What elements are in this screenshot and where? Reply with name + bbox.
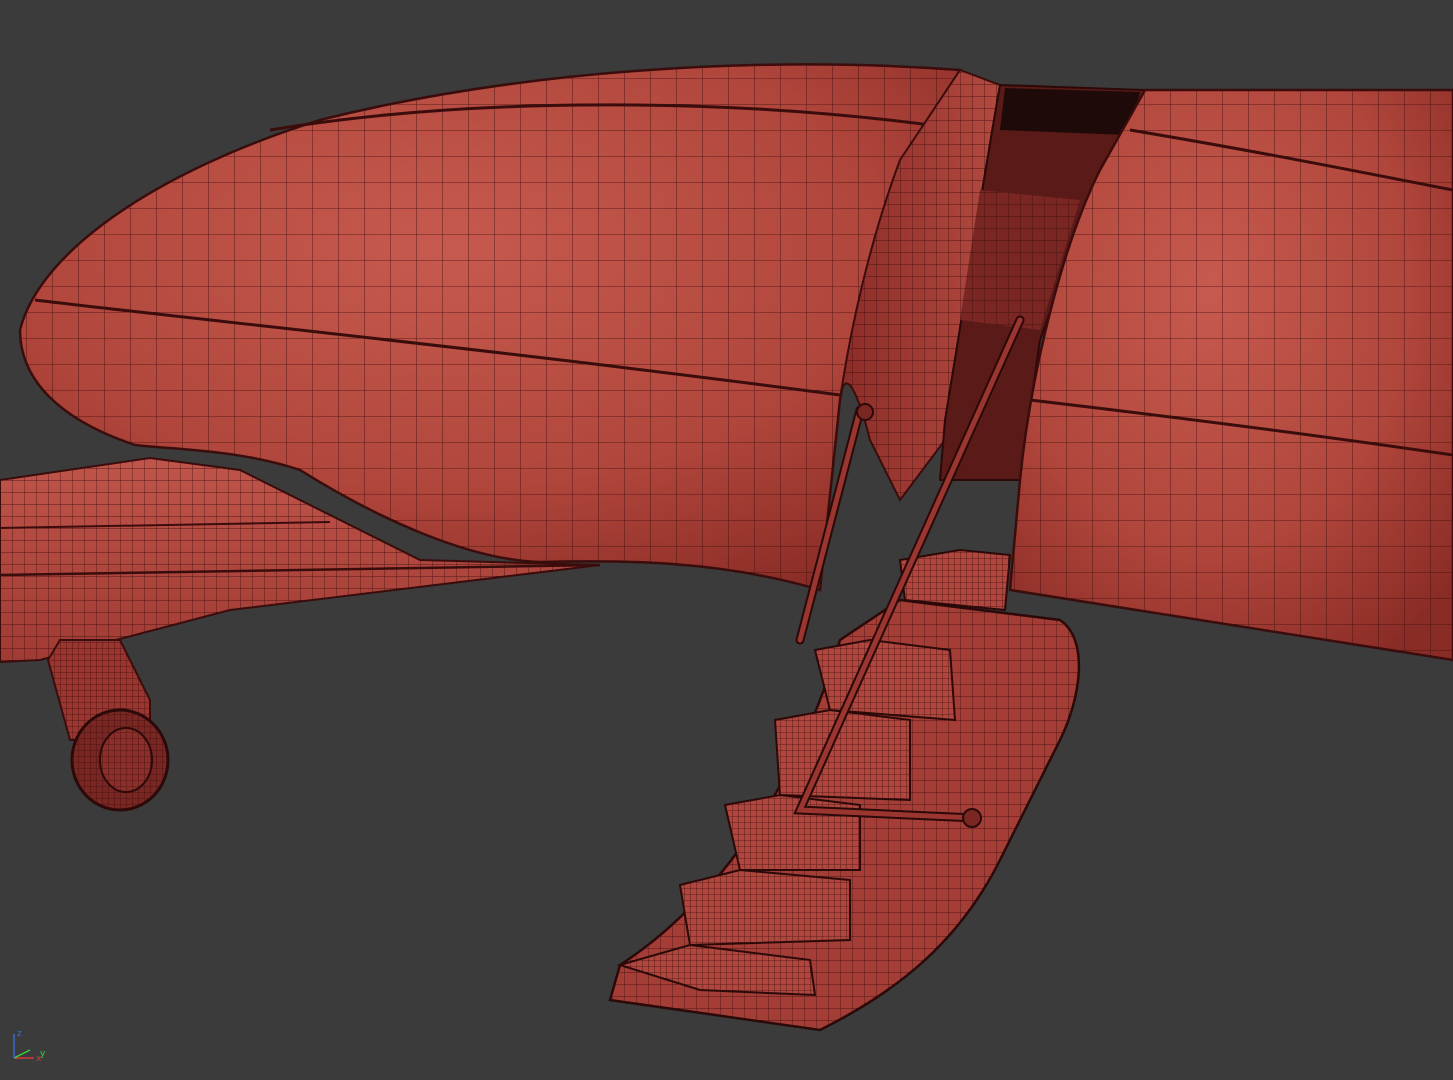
axis-y-line	[13, 1049, 31, 1059]
axis-gizmo: x y z	[13, 1029, 46, 1064]
axis-y-label: y	[40, 1049, 46, 1059]
wireframe-scene[interactable]	[0, 0, 1453, 1080]
3d-viewport[interactable]: x y z	[0, 0, 1453, 1080]
main-landing-gear[interactable]	[46, 639, 170, 812]
axis-z-label: z	[17, 1029, 22, 1039]
